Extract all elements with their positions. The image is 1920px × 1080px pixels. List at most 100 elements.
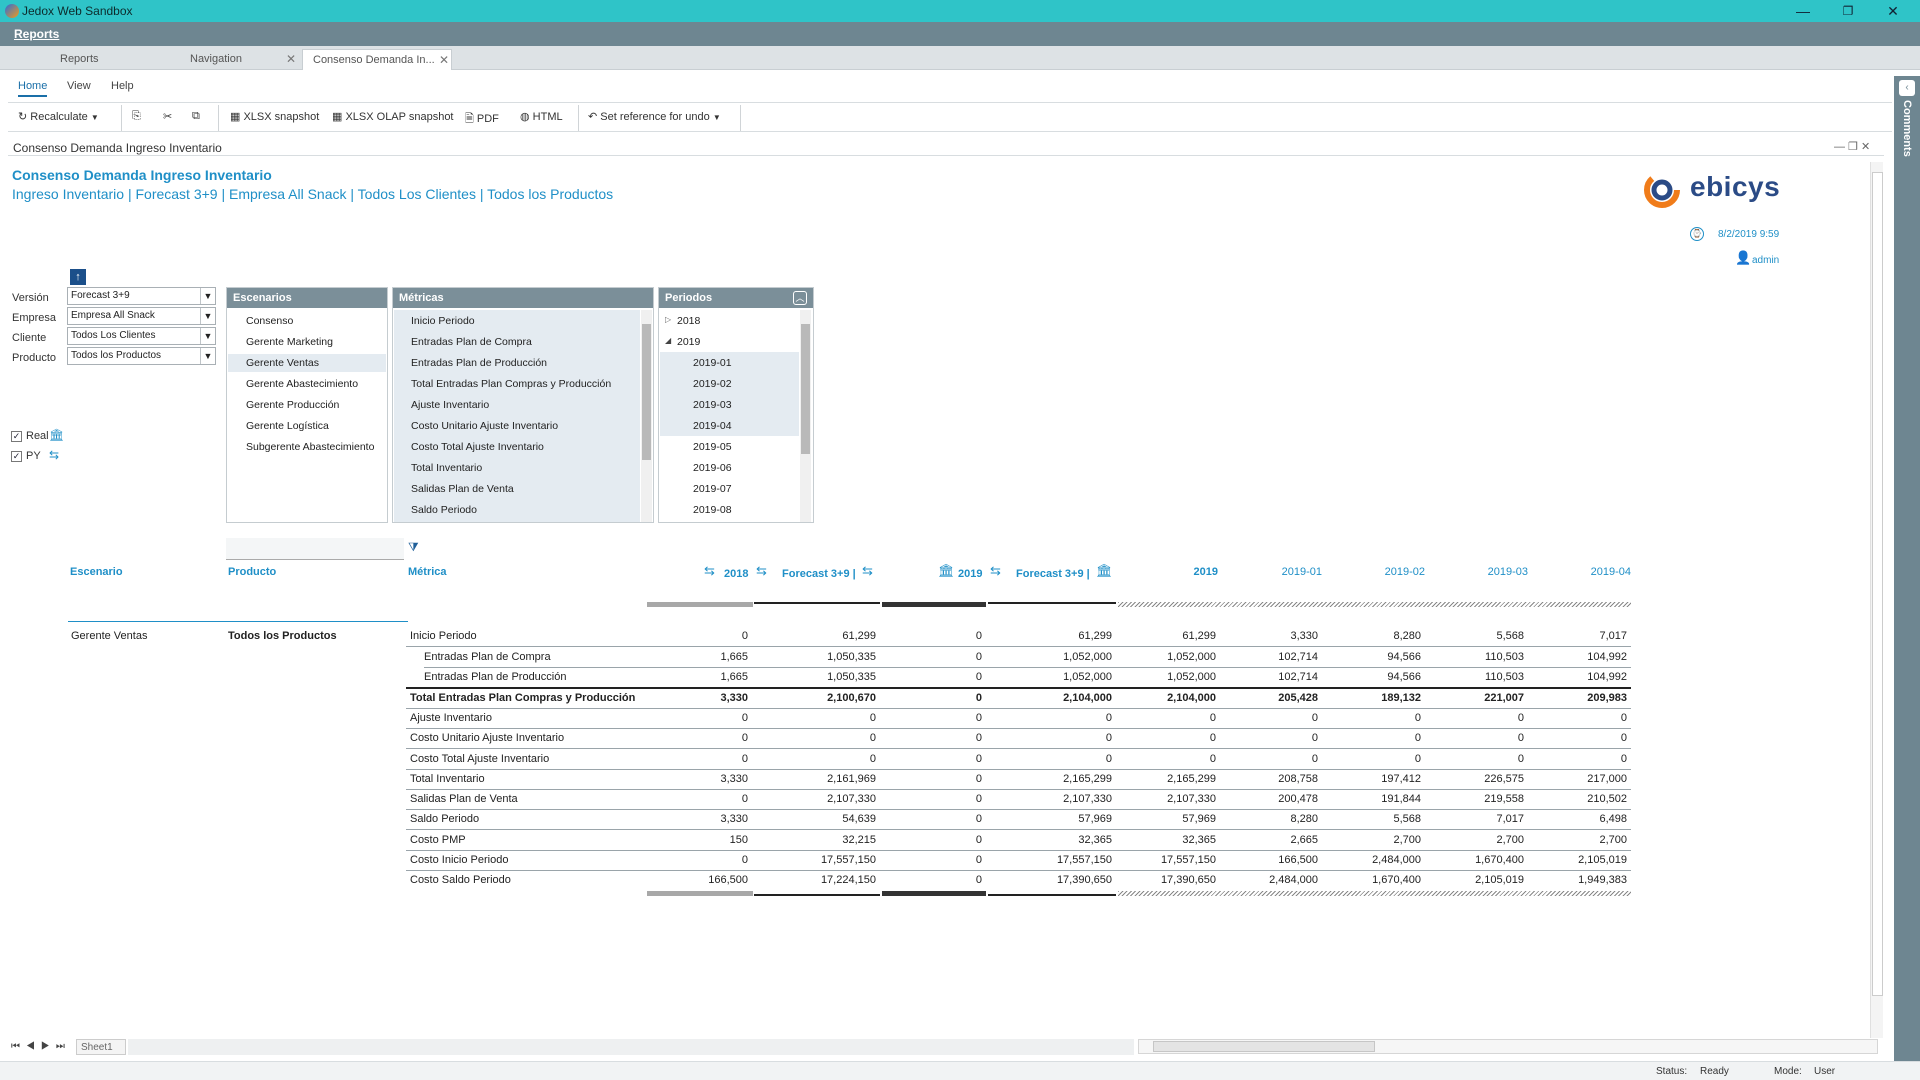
value-cell[interactable]: 1,670,400	[1325, 874, 1421, 886]
list-item[interactable]: Total Entradas Plan Compras y Producción	[411, 378, 611, 390]
value-cell[interactable]: 0	[886, 854, 982, 866]
swap-icon[interactable]: ⇆	[756, 563, 767, 579]
list-item[interactable]: Inicio Periodo	[411, 315, 475, 327]
value-cell[interactable]: 0	[886, 813, 982, 825]
value-cell[interactable]: 0	[1428, 712, 1524, 724]
bank-icon[interactable]: 🏛	[1096, 563, 1113, 579]
value-cell[interactable]: 0	[1428, 753, 1524, 765]
value-cell[interactable]: 0	[652, 712, 748, 724]
value-cell[interactable]: 2,165,299	[1016, 773, 1112, 785]
value-cell[interactable]: 7,017	[1531, 630, 1627, 642]
html-button[interactable]: ◍ HTML	[520, 110, 563, 123]
value-cell[interactable]: 166,500	[652, 874, 748, 886]
value-cell[interactable]: 0	[1531, 732, 1627, 744]
xlsx-olap-button[interactable]: ▦ XLSX OLAP snapshot	[332, 110, 454, 123]
value-cell[interactable]: 57,969	[1016, 813, 1112, 825]
window-controls[interactable]: — ❐ ✕	[1834, 140, 1870, 153]
value-cell[interactable]: 0	[886, 732, 982, 744]
list-item[interactable]: 2018	[677, 315, 700, 327]
value-cell[interactable]: 5,568	[1428, 630, 1524, 642]
pdf-button[interactable]: 🗎 PDF	[465, 110, 499, 129]
list-item[interactable]: Costo Unitario Ajuste Inventario	[411, 420, 558, 432]
collapse-icon[interactable]: ︿	[793, 291, 807, 305]
value-cell[interactable]: 32,365	[1120, 834, 1216, 846]
scroll-thumb[interactable]	[1153, 1041, 1375, 1052]
metricas-scrollbar[interactable]	[641, 310, 652, 522]
close-tab-icon[interactable]: ✕	[439, 50, 449, 70]
value-cell[interactable]: 0	[1120, 732, 1216, 744]
value-cell[interactable]: 0	[886, 834, 982, 846]
list-item-selected[interactable]: 2019-03	[693, 399, 732, 411]
value-cell[interactable]: 226,575	[1428, 773, 1524, 785]
value-cell[interactable]: 2,700	[1428, 834, 1524, 846]
value-cell[interactable]: 17,390,650	[1120, 874, 1216, 886]
value-cell[interactable]: 0	[886, 874, 982, 886]
cut-icon[interactable]: ✂	[163, 110, 172, 123]
value-cell[interactable]: 0	[1120, 753, 1216, 765]
value-cell[interactable]: 2,484,000	[1222, 874, 1318, 886]
swap-icon[interactable]: ⇆	[990, 563, 1001, 579]
value-cell[interactable]: 217,000	[1531, 773, 1627, 785]
maximize-button[interactable]: ❐	[1835, 2, 1861, 20]
value-cell[interactable]: 189,132	[1325, 692, 1421, 704]
value-cell[interactable]: 0	[1016, 732, 1112, 744]
ribbon-tab-help[interactable]: Help	[111, 80, 134, 92]
empresa-select[interactable]: Empresa All Snack ▼	[67, 307, 216, 325]
list-item[interactable]: Entradas Plan de Producción	[411, 357, 547, 369]
set-reference-undo-button[interactable]: ↶ Set reference for undo ▼	[588, 110, 721, 123]
scroll-thumb[interactable]	[642, 324, 651, 460]
value-cell[interactable]: 200,478	[1222, 793, 1318, 805]
value-cell[interactable]: 1,670,400	[1428, 854, 1524, 866]
minimize-button[interactable]: —	[1790, 2, 1816, 20]
value-cell[interactable]: 2,104,000	[1016, 692, 1112, 704]
value-cell[interactable]: 2,107,330	[1120, 793, 1216, 805]
py-checkbox[interactable]: ✓	[11, 451, 22, 462]
list-item[interactable]: Salidas Plan de Venta	[411, 483, 514, 495]
list-item[interactable]: Subgerente Abastecimiento	[246, 441, 374, 453]
value-cell[interactable]: 1,052,000	[1120, 651, 1216, 663]
value-cell[interactable]: 0	[1222, 732, 1318, 744]
value-cell[interactable]: 61,299	[1120, 630, 1216, 642]
value-cell[interactable]: 219,558	[1428, 793, 1524, 805]
vertical-scrollbar[interactable]	[1870, 162, 1883, 1038]
ribbon-tab-home[interactable]: Home	[18, 80, 48, 97]
list-item[interactable]: 2019	[677, 336, 700, 348]
value-cell[interactable]: 2,700	[1531, 834, 1627, 846]
value-cell[interactable]: 0	[1016, 753, 1112, 765]
value-cell[interactable]: 3,330	[1222, 630, 1318, 642]
value-cell[interactable]: 102,714	[1222, 651, 1318, 663]
grid-filter-input[interactable]	[226, 538, 404, 560]
value-cell[interactable]: 61,299	[1016, 630, 1112, 642]
sheet-tab[interactable]: Sheet1	[76, 1039, 126, 1055]
list-item-selected[interactable]: 2019-01	[693, 357, 732, 369]
tab-navigation[interactable]: Navigation ✕	[180, 49, 300, 70]
value-cell[interactable]: 1,052,000	[1120, 671, 1216, 683]
value-cell[interactable]: 0	[652, 753, 748, 765]
value-cell[interactable]: 0	[1222, 753, 1318, 765]
value-cell[interactable]: 1,052,000	[1016, 671, 1112, 683]
value-cell[interactable]: 208,758	[1222, 773, 1318, 785]
value-cell[interactable]: 0	[780, 712, 876, 724]
ribbon-tab-view[interactable]: View	[67, 80, 91, 92]
value-cell[interactable]: 0	[1325, 712, 1421, 724]
list-item[interactable]: 2019-07	[693, 483, 732, 495]
value-cell[interactable]: 17,390,650	[1016, 874, 1112, 886]
list-item[interactable]: Ajuste Inventario	[411, 399, 489, 411]
value-cell[interactable]: 166,500	[1222, 854, 1318, 866]
list-item-selected[interactable]: 2019-04	[693, 420, 732, 432]
tab-consenso[interactable]: Consenso Demanda In... ✕	[302, 49, 452, 70]
value-cell[interactable]: 1,050,335	[780, 671, 876, 683]
list-item[interactable]: Gerente Marketing	[246, 336, 333, 348]
value-cell[interactable]: 0	[1428, 732, 1524, 744]
value-cell[interactable]: 61,299	[780, 630, 876, 642]
scroll-thumb[interactable]	[1872, 172, 1883, 996]
value-cell[interactable]: 0	[886, 753, 982, 765]
value-cell[interactable]: 2,107,330	[780, 793, 876, 805]
list-item[interactable]: Gerente Logística	[246, 420, 329, 432]
value-cell[interactable]: 0	[1222, 712, 1318, 724]
collapse-left-icon[interactable]: ‹	[1899, 80, 1915, 96]
comments-sidebar[interactable]: ‹ Comments	[1894, 76, 1920, 1061]
value-cell[interactable]: 0	[886, 651, 982, 663]
expand-icon[interactable]: ▷	[665, 315, 671, 324]
producto-select[interactable]: Todos los Productos ▼	[67, 347, 216, 365]
